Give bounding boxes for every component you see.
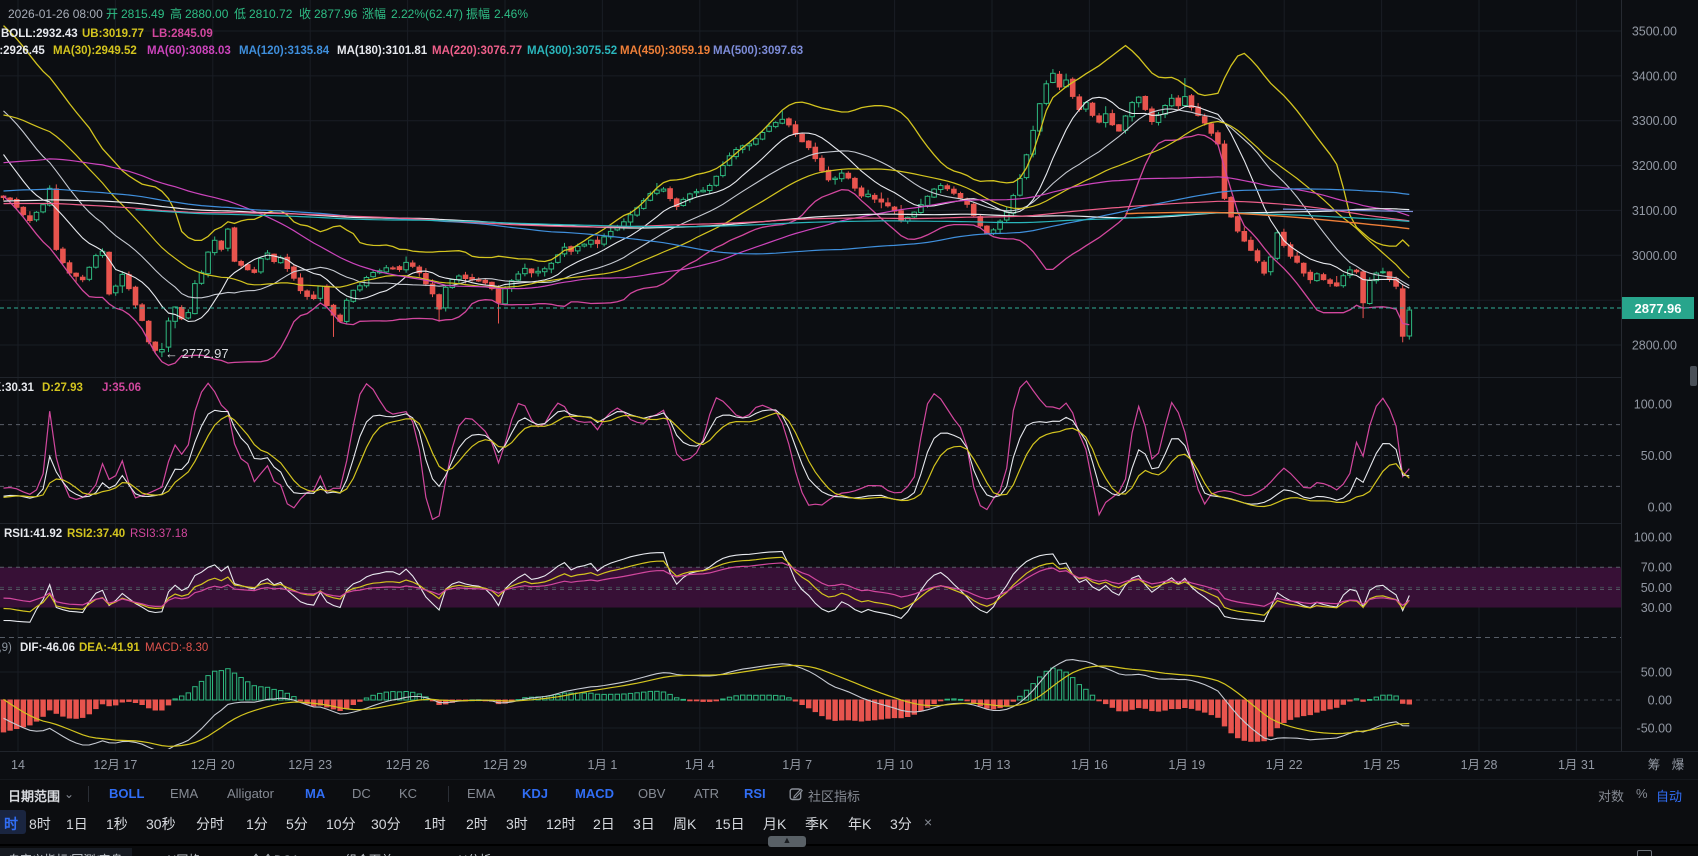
svg-text:1月 16: 1月 16: [1071, 758, 1108, 772]
svg-text:MACD:-8.30: MACD:-8.30: [145, 642, 208, 654]
svg-text:12月 20: 12月 20: [191, 758, 235, 772]
svg-text:MACD(12,26,9): MACD(12,26,9): [0, 642, 12, 654]
svg-text:MA(220):3076.77: MA(220):3076.77: [432, 45, 522, 57]
svg-text:50.00: 50.00: [1641, 666, 1672, 680]
svg-text:RSI1:41.92: RSI1:41.92: [4, 528, 62, 540]
svg-text:低: 低: [234, 7, 246, 21]
svg-text:2877.96: 2877.96: [314, 7, 358, 21]
svg-text:J:35.06: J:35.06: [102, 382, 141, 394]
svg-text:MA(120):3135.84: MA(120):3135.84: [239, 45, 330, 57]
svg-text:30.00: 30.00: [1641, 601, 1672, 615]
svg-text:BOLL:2932.43: BOLL:2932.43: [1, 28, 78, 40]
svg-text:1月 10: 1月 10: [876, 758, 913, 772]
svg-text:K:30.31: K:30.31: [0, 382, 35, 394]
svg-text:3500.00: 3500.00: [1632, 25, 1677, 39]
svg-text:3200.00: 3200.00: [1632, 159, 1677, 173]
svg-text:3300.00: 3300.00: [1632, 114, 1677, 128]
svg-text:2026-01-26 08:00: 2026-01-26 08:00: [8, 7, 103, 21]
svg-text:0.00: 0.00: [1648, 694, 1672, 708]
svg-text:14: 14: [11, 758, 25, 772]
svg-text:2810.72: 2810.72: [249, 7, 293, 21]
svg-text:100.00: 100.00: [1634, 398, 1672, 412]
svg-text:开: 开: [106, 7, 118, 21]
svg-text:2.22%(62.47): 2.22%(62.47): [391, 7, 463, 21]
svg-text:2880.00: 2880.00: [185, 7, 229, 21]
svg-text:1月 13: 1月 13: [974, 758, 1011, 772]
svg-text:MA(60):3088.03: MA(60):3088.03: [147, 45, 231, 57]
svg-text:DEA:-41.91: DEA:-41.91: [79, 642, 140, 654]
svg-text:1月 19: 1月 19: [1168, 758, 1205, 772]
svg-text:3400.00: 3400.00: [1632, 69, 1677, 83]
svg-text:LB:2845.09: LB:2845.09: [152, 28, 213, 40]
svg-text:高: 高: [170, 6, 182, 21]
svg-text:12月 17: 12月 17: [94, 758, 138, 772]
svg-text:12月 26: 12月 26: [386, 758, 430, 772]
svg-text:2800.00: 2800.00: [1632, 339, 1677, 353]
svg-text:-50.00: -50.00: [1637, 722, 1672, 736]
svg-text:1月 4: 1月 4: [685, 758, 715, 772]
svg-text:DIF:-46.06: DIF:-46.06: [20, 642, 75, 654]
svg-text:0.00: 0.00: [1648, 501, 1672, 515]
svg-text:12月 29: 12月 29: [483, 758, 527, 772]
svg-text:1月 25: 1月 25: [1363, 758, 1400, 772]
svg-text:MA(450):3059.19: MA(450):3059.19: [620, 45, 710, 57]
svg-text:涨幅: 涨幅: [362, 6, 386, 21]
svg-text:2815.49: 2815.49: [121, 7, 165, 21]
svg-text:MA(300):3075.52: MA(300):3075.52: [527, 45, 617, 57]
svg-text:12月 23: 12月 23: [288, 758, 332, 772]
svg-text:1月 22: 1月 22: [1266, 758, 1303, 772]
svg-text:D:27.93: D:27.93: [42, 382, 83, 394]
svg-text:2877.96: 2877.96: [1635, 301, 1682, 316]
svg-text:1月 28: 1月 28: [1461, 758, 1498, 772]
svg-text:筹: 筹: [1648, 757, 1661, 772]
svg-text:爆: 爆: [1672, 758, 1685, 772]
svg-text:← 2772.97: ← 2772.97: [165, 346, 229, 361]
svg-text:收: 收: [299, 7, 311, 21]
svg-text:UB:3019.77: UB:3019.77: [82, 28, 144, 40]
svg-text:2.46%: 2.46%: [494, 7, 528, 21]
svg-text:70.00: 70.00: [1641, 561, 1672, 575]
svg-text:3000.00: 3000.00: [1632, 249, 1677, 263]
svg-text:50.00: 50.00: [1641, 449, 1672, 463]
svg-text:50.00: 50.00: [1641, 581, 1672, 595]
svg-text:1月 1: 1月 1: [587, 758, 617, 772]
svg-text:3100.00: 3100.00: [1632, 204, 1677, 218]
svg-text:MA(10):2926.45: MA(10):2926.45: [0, 45, 45, 57]
svg-text:MA(30):2949.52: MA(30):2949.52: [53, 45, 137, 57]
svg-text:振幅: 振幅: [466, 6, 490, 21]
svg-text:MA(180):3101.81: MA(180):3101.81: [337, 45, 428, 57]
svg-text:MA(500):3097.63: MA(500):3097.63: [713, 45, 803, 57]
svg-text:RSI2:37.40: RSI2:37.40: [67, 528, 125, 540]
svg-text:100.00: 100.00: [1634, 531, 1672, 545]
svg-text:1月 31: 1月 31: [1558, 758, 1595, 772]
svg-text:1月 7: 1月 7: [782, 758, 812, 772]
svg-text:RSI3:37.18: RSI3:37.18: [130, 528, 188, 540]
